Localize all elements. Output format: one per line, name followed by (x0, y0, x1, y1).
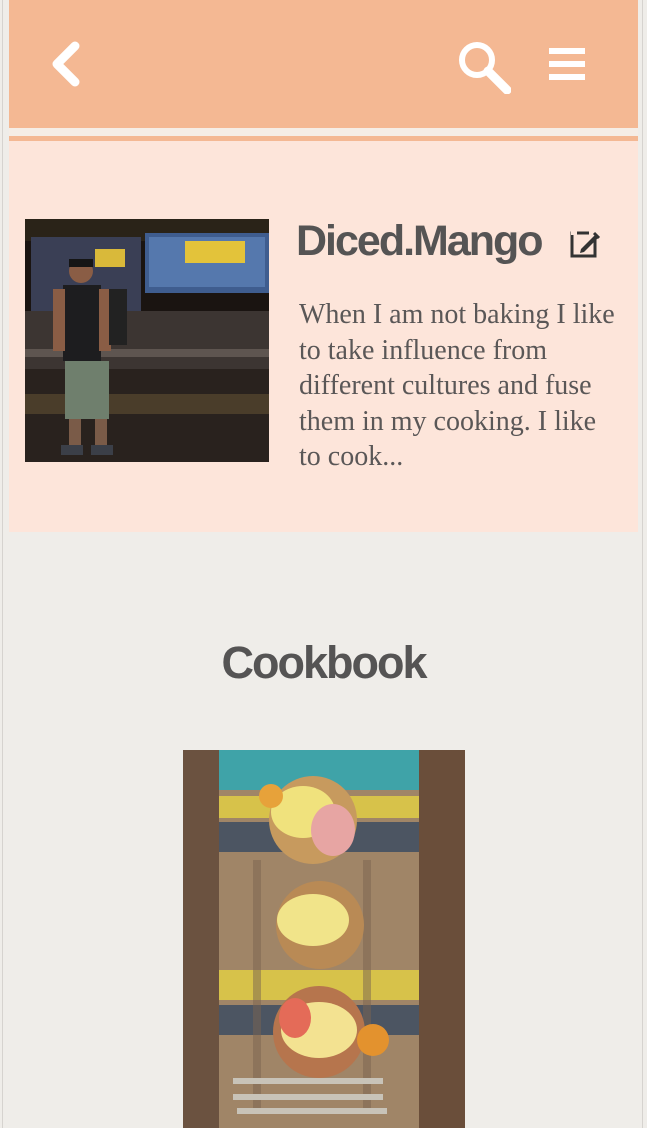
top-bar (9, 0, 638, 128)
search-button[interactable] (455, 38, 512, 95)
header-divider (9, 128, 638, 136)
profile-bio: When I am not baking I like to take infl… (299, 299, 615, 472)
chevron-left-icon (52, 41, 80, 87)
profile-card: Diced.Mango When I am not baking I like … (9, 136, 638, 532)
edit-profile-button[interactable] (569, 227, 601, 259)
cookbook-title: Cookbook (221, 637, 428, 689)
edit-icon (570, 228, 601, 258)
back-button[interactable] (45, 40, 89, 88)
eggs-benedict-photo (183, 750, 465, 1128)
username: Diced.Mango (296, 217, 544, 265)
avatar[interactable] (25, 219, 269, 462)
search-icon (459, 42, 512, 95)
avatar-photo (25, 219, 269, 462)
menu-button[interactable] (543, 44, 591, 84)
recipe-photo[interactable] (183, 750, 465, 1128)
hamburger-menu-icon (549, 48, 585, 80)
